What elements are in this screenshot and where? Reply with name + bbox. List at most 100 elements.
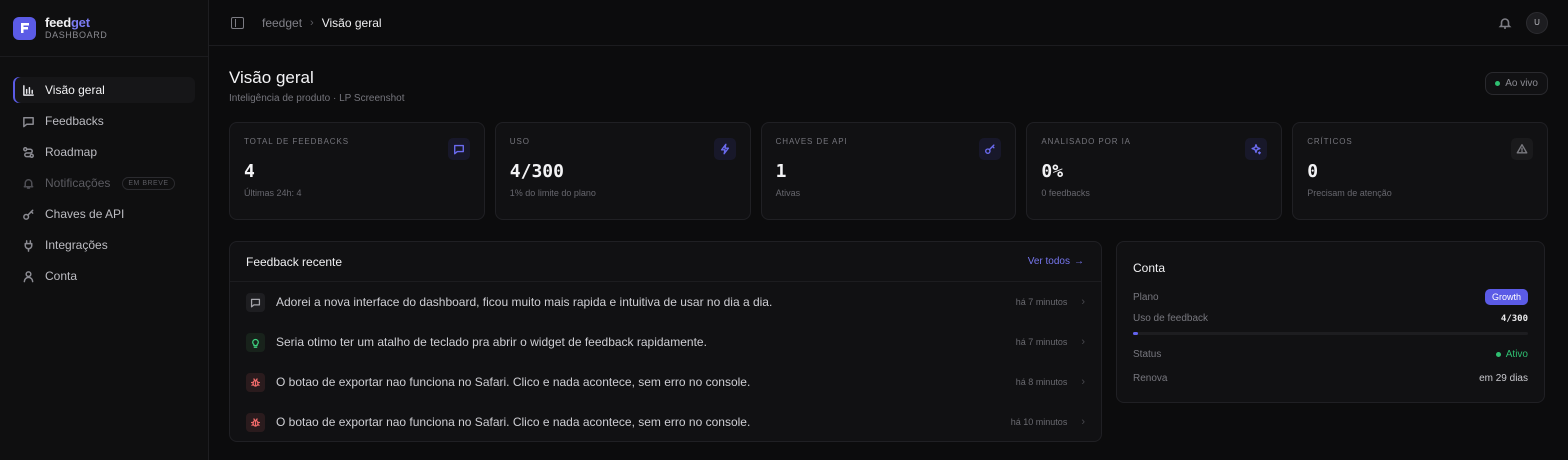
live-status-badge: Ao vivo	[1485, 72, 1548, 95]
stat-card-ai-analyzed: ANALISADO POR IA 0% 0 feedbacks	[1026, 122, 1283, 220]
stat-subtext: Últimas 24h: 4	[244, 188, 302, 198]
chevron-right-icon: ›	[1081, 416, 1085, 428]
sidebar-item-label: Notificações	[45, 176, 111, 190]
user-avatar[interactable]: U	[1526, 11, 1548, 34]
sparkles-icon	[1245, 138, 1268, 160]
see-all-link[interactable]: Ver todos →	[1028, 256, 1084, 267]
key-icon	[23, 209, 34, 220]
bug-icon	[246, 412, 265, 432]
recent-feedback-title: Feedback recente	[246, 254, 343, 269]
feedback-time: há 10 minutos	[1010, 417, 1068, 427]
plan-badge: Growth	[1484, 289, 1528, 305]
account-title: Conta	[1133, 261, 1166, 275]
list-item[interactable]: O botao de exportar nao funciona no Safa…	[230, 402, 1101, 441]
sidebar-nav: Visão geral Feedbacks Roadmap Notificaçõ…	[0, 57, 208, 289]
bell-icon	[23, 178, 34, 189]
list-item[interactable]: O botao de exportar nao funciona no Safa…	[230, 362, 1101, 402]
bar-chart-icon	[23, 84, 34, 96]
message-square-icon	[246, 292, 265, 312]
stat-card-total-feedbacks: TOTAL DE FEEDBACKS 4 Últimas 24h: 4	[229, 122, 485, 220]
chevron-right-icon: ›	[1081, 376, 1085, 388]
content: Visão geral Inteligência de produto · LP…	[209, 46, 1568, 442]
lightbulb-icon	[246, 332, 265, 352]
account-plan-row: Plano Growth	[1133, 289, 1528, 305]
sidebar-item-account[interactable]: Conta	[13, 263, 195, 289]
stat-value: 1	[775, 161, 787, 182]
sidebar: feedget DASHBOARD Visão geral Feedbacks …	[0, 0, 209, 460]
usage-progress-fill	[1133, 332, 1139, 335]
stat-label: ANALISADO POR IA	[1041, 137, 1131, 146]
feedback-time: há 8 minutos	[1015, 377, 1068, 387]
stat-value: 4	[244, 161, 255, 182]
sidebar-toggle-icon[interactable]	[231, 16, 244, 29]
account-panel: Conta Plano Growth Uso de feedback 4/300…	[1116, 241, 1545, 403]
message-square-icon	[447, 138, 470, 160]
account-usage-row: Uso de feedback 4/300	[1133, 313, 1528, 324]
brand[interactable]: feedget DASHBOARD	[0, 0, 208, 57]
plan-label: Plano	[1133, 291, 1159, 303]
stat-subtext: Ativas	[775, 188, 801, 198]
feedback-text: O botao de exportar nao funciona no Safa…	[276, 415, 751, 429]
renew-label: Renova	[1133, 373, 1168, 384]
stat-value: 0	[1307, 161, 1319, 182]
feedget-logo-icon	[13, 16, 36, 40]
list-item[interactable]: Adorei a nova interface do dashboard, fi…	[230, 282, 1101, 322]
feedback-text: O botao de exportar nao funciona no Safa…	[276, 375, 751, 389]
brand-name: feedget	[45, 15, 90, 30]
topbar: feedget › Visão geral U	[209, 0, 1568, 46]
key-icon	[979, 138, 1002, 160]
stat-card-api-keys: CHAVES DE API 1 Ativas	[760, 122, 1017, 220]
stat-label: CRÍTICOS	[1307, 137, 1353, 146]
feedback-text: Seria otimo ter um atalho de teclado pra…	[276, 335, 707, 349]
stats-row: TOTAL DE FEEDBACKS 4 Últimas 24h: 4 USO …	[229, 122, 1548, 220]
stat-subtext: 1% do limite do plano	[509, 188, 596, 198]
sidebar-item-label: Feedbacks	[45, 114, 104, 128]
usage-progress-bar	[1133, 332, 1528, 335]
coming-soon-badge: EM BREVE	[122, 176, 175, 190]
status-dot-icon	[1495, 352, 1501, 357]
chevron-right-icon: ›	[1081, 296, 1085, 308]
stat-value: 4/300	[509, 161, 564, 182]
stat-card-critical: CRÍTICOS 0 Precisam de atenção	[1292, 122, 1548, 220]
main-area: feedget › Visão geral U Visão geral Inte…	[209, 0, 1568, 460]
usage-value: 4/300	[1500, 313, 1528, 324]
alert-triangle-icon	[1510, 138, 1533, 160]
live-dot-icon	[1495, 81, 1501, 86]
stat-card-usage: USO 4/300 1% do limite do plano	[494, 122, 751, 220]
feedback-time: há 7 minutos	[1015, 297, 1068, 307]
notifications-bell-icon[interactable]	[1498, 16, 1512, 30]
list-item[interactable]: Seria otimo ter um atalho de teclado pra…	[230, 322, 1101, 362]
page-subtitle: Inteligência de produto · LP Screenshot	[229, 93, 405, 104]
sidebar-item-integrations[interactable]: Integrações	[13, 232, 195, 258]
feedback-time: há 7 minutos	[1015, 337, 1068, 347]
sidebar-item-overview[interactable]: Visão geral	[13, 77, 195, 103]
sidebar-item-feedbacks[interactable]: Feedbacks	[13, 108, 195, 134]
account-renew-row: Renova em 29 dias	[1133, 373, 1528, 384]
zap-icon	[713, 138, 736, 160]
breadcrumb: feedget › Visão geral	[262, 16, 382, 30]
recent-feedback-panel: Feedback recente Ver todos → Adorei a nov…	[229, 241, 1102, 442]
status-label: Status	[1133, 349, 1162, 360]
sidebar-item-roadmap[interactable]: Roadmap	[13, 139, 195, 165]
stat-label: TOTAL DE FEEDBACKS	[244, 137, 349, 146]
sidebar-item-api-keys[interactable]: Chaves de API	[13, 201, 195, 227]
breadcrumb-current: Visão geral	[321, 15, 382, 30]
stat-label: CHAVES DE API	[775, 137, 848, 146]
plug-icon	[24, 239, 33, 252]
sidebar-item-label: Chaves de API	[45, 207, 125, 221]
renew-value: em 29 dias	[1479, 373, 1528, 384]
app-root: feedget DASHBOARD Visão geral Feedbacks …	[0, 0, 1568, 460]
sidebar-item-label: Integrações	[45, 238, 108, 252]
breadcrumb-root[interactable]: feedget	[262, 16, 302, 30]
sidebar-item-label: Visão geral	[45, 83, 105, 97]
sidebar-item-label: Roadmap	[45, 145, 98, 159]
roadmap-icon	[23, 146, 34, 158]
breadcrumb-separator: ›	[310, 16, 314, 29]
user-icon	[23, 270, 34, 282]
stat-subtext: 0 feedbacks	[1041, 188, 1090, 198]
sidebar-item-label: Conta	[45, 269, 78, 283]
stat-subtext: Precisam de atenção	[1307, 188, 1392, 198]
status-badge: Ativo	[1495, 349, 1528, 360]
bug-icon	[246, 372, 265, 392]
sidebar-item-notifications: Notificações EM BREVE	[13, 170, 195, 196]
